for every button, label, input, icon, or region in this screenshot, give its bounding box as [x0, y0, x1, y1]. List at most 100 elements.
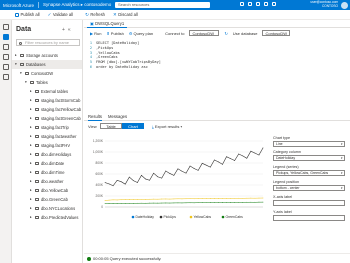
- manage-hub-icon[interactable]: [3, 74, 9, 80]
- legend-label[interactable]: YellowCabs: [194, 215, 212, 219]
- y-tick-label: 400K: [96, 183, 104, 187]
- chevron-right-icon[interactable]: ▸: [30, 114, 32, 123]
- cloud-shell-icon[interactable]: [240, 2, 244, 6]
- tree-node[interactable]: ▸ dbo.NYCLocations: [12, 204, 82, 213]
- tree-node[interactable]: ▸ dbo.YellowCab: [12, 186, 82, 195]
- folder-icon: [30, 80, 34, 85]
- chevron-right-icon[interactable]: ▸: [30, 204, 32, 213]
- legend-label[interactable]: DateHoliday: [136, 215, 155, 219]
- chevron-right-icon[interactable]: ▸: [30, 213, 32, 222]
- tree-node[interactable]: ▸ staging.factStormCab: [12, 96, 82, 105]
- x-axis-label-input[interactable]: [273, 200, 345, 206]
- tree-node[interactable]: ▸ staging.factTrip: [12, 123, 82, 132]
- brand-label[interactable]: Microsoft Azure: [0, 3, 34, 8]
- global-search-input[interactable]: Search resources: [115, 2, 210, 8]
- publish-all-button[interactable]: Publish all: [15, 12, 40, 17]
- data-point: [161, 202, 163, 204]
- tree-node-label: External tables: [41, 89, 69, 94]
- chevron-down-icon[interactable]: ▾: [25, 78, 27, 87]
- avatar[interactable]: [341, 1, 348, 9]
- data-point: [145, 202, 146, 204]
- category-column-select[interactable]: DateHoliday ▾: [273, 155, 345, 161]
- legend-position-select[interactable]: bottom - center ▾: [273, 185, 345, 191]
- y-axis-label-input[interactable]: [273, 215, 345, 221]
- app-context[interactable]: Synapse Analytics ▸ contosodemo: [38, 2, 111, 8]
- tree-node[interactable]: ▸ dbo.weather: [12, 177, 82, 186]
- chevron-right-icon[interactable]: ▸: [30, 159, 32, 168]
- tree-node[interactable]: ▸ staging.factweather: [12, 132, 82, 141]
- sql-editor[interactable]: 1 SELECT [DateHoliday] 2 ,PickUps 3 ,YellowCa…: [84, 38, 350, 110]
- legend-label[interactable]: GreenCabs: [226, 215, 244, 219]
- export-results-button[interactable]: ⤓ Export results ▾: [152, 124, 182, 129]
- chevron-right-icon[interactable]: ▸: [30, 96, 32, 105]
- chevron-down-icon[interactable]: ▾: [20, 69, 22, 78]
- chart-type-value: Line: [276, 142, 283, 146]
- tree-node[interactable]: ▾ Databases: [12, 60, 82, 69]
- chevron-right-icon[interactable]: ▸: [30, 186, 32, 195]
- user-directory: CONTOSO: [321, 3, 338, 8]
- collapse-icon[interactable]: «: [68, 27, 71, 33]
- discard-all-label: Discard all: [118, 12, 138, 17]
- connect-to-select[interactable]: ContosoDW: [189, 30, 220, 36]
- validate-all-button[interactable]: ✓ Validate all: [48, 12, 73, 18]
- tree-node[interactable]: ▸ dbo.PredictedValues: [12, 213, 82, 222]
- chevron-right-icon[interactable]: ▸: [30, 123, 32, 132]
- refresh-button[interactable]: ↻ Refresh: [85, 12, 105, 18]
- chevron-right-icon[interactable]: ▸: [30, 168, 32, 177]
- tree-node[interactable]: ▸ dbo.GreenCab: [12, 195, 82, 204]
- help-icon[interactable]: [264, 2, 268, 6]
- home-icon[interactable]: [3, 24, 9, 30]
- discard-all-button[interactable]: ✕ Discard all: [113, 12, 138, 18]
- chevron-right-icon[interactable]: ▸: [15, 51, 17, 60]
- table-icon: [35, 206, 39, 211]
- table-icon: [35, 215, 39, 220]
- legend-series-select[interactable]: Pickups, YellowCabs, GreenCabs ▾: [273, 170, 345, 176]
- tab-results[interactable]: Results: [88, 112, 102, 121]
- chevron-right-icon[interactable]: ▸: [30, 195, 32, 204]
- add-icon[interactable]: +: [62, 27, 65, 33]
- user-info[interactable]: user@contoso.com CONTOSO: [310, 1, 338, 8]
- integrate-hub-icon[interactable]: [3, 54, 9, 60]
- tree-node[interactable]: ▾ ContosoDW: [12, 69, 82, 78]
- chevron-down-icon[interactable]: ▾: [15, 60, 17, 69]
- refresh-connection-icon[interactable]: ↻: [224, 31, 227, 36]
- feedback-icon[interactable]: [272, 2, 276, 6]
- publish-button[interactable]: ⬆ Publish: [106, 31, 123, 36]
- chevron-right-icon[interactable]: ▸: [30, 132, 32, 141]
- tab-messages[interactable]: Messages: [108, 112, 127, 121]
- query-plan-button[interactable]: ⚙ Query plan: [129, 31, 153, 36]
- chevron-right-icon[interactable]: ▸: [30, 105, 32, 114]
- table-icon: [35, 170, 39, 175]
- run-button[interactable]: ▶ Run: [90, 31, 101, 36]
- code-line: order by DateHoliday asc: [96, 65, 148, 69]
- view-chart-button[interactable]: Chart: [122, 123, 144, 129]
- data-point: [262, 147, 264, 149]
- chevron-right-icon[interactable]: ▸: [30, 141, 32, 150]
- settings-icon[interactable]: [256, 2, 260, 6]
- table-icon: [35, 125, 39, 130]
- chevron-right-icon[interactable]: ▸: [30, 87, 32, 96]
- chart-type-select[interactable]: Line ▾: [273, 141, 345, 147]
- tree-node[interactable]: ▾ Tables: [12, 78, 82, 87]
- tree-node[interactable]: ▸ staging.factGreenCab: [12, 114, 82, 123]
- view-table-button[interactable]: Table: [100, 123, 122, 129]
- use-database-select[interactable]: ContosoDW: [262, 30, 291, 36]
- view-toggle-bar: View Table Chart ⤓ Export results ▾: [84, 122, 350, 130]
- notifications-icon[interactable]: [248, 2, 252, 6]
- tree-node-label: ContosoDW: [31, 71, 54, 76]
- legend-label[interactable]: PickUps: [164, 215, 177, 219]
- tree-node[interactable]: ▸ dbo.dimTime: [12, 168, 82, 177]
- tree-node[interactable]: ▸ dbo.dimHolidays: [12, 150, 82, 159]
- tree-node[interactable]: ▸ dbo.dimDate: [12, 159, 82, 168]
- tree-node[interactable]: ▸ staging.factFHV: [12, 141, 82, 150]
- tree-node[interactable]: ▸ External tables: [12, 87, 82, 96]
- develop-hub-icon[interactable]: [3, 44, 9, 50]
- monitor-hub-icon[interactable]: [3, 64, 9, 70]
- chevron-right-icon[interactable]: ▸: [30, 177, 32, 186]
- tree-node[interactable]: ▸ Storage accounts: [12, 51, 82, 60]
- tab-sql-query[interactable]: ▣ DWSQLQuery1: [87, 20, 128, 28]
- data-hub-icon[interactable]: [3, 34, 9, 40]
- tree-node[interactable]: ▸ staging.factYellowCab: [12, 105, 82, 114]
- filter-input[interactable]: Filter resources by name: [16, 39, 80, 46]
- chevron-right-icon[interactable]: ▸: [30, 150, 32, 159]
